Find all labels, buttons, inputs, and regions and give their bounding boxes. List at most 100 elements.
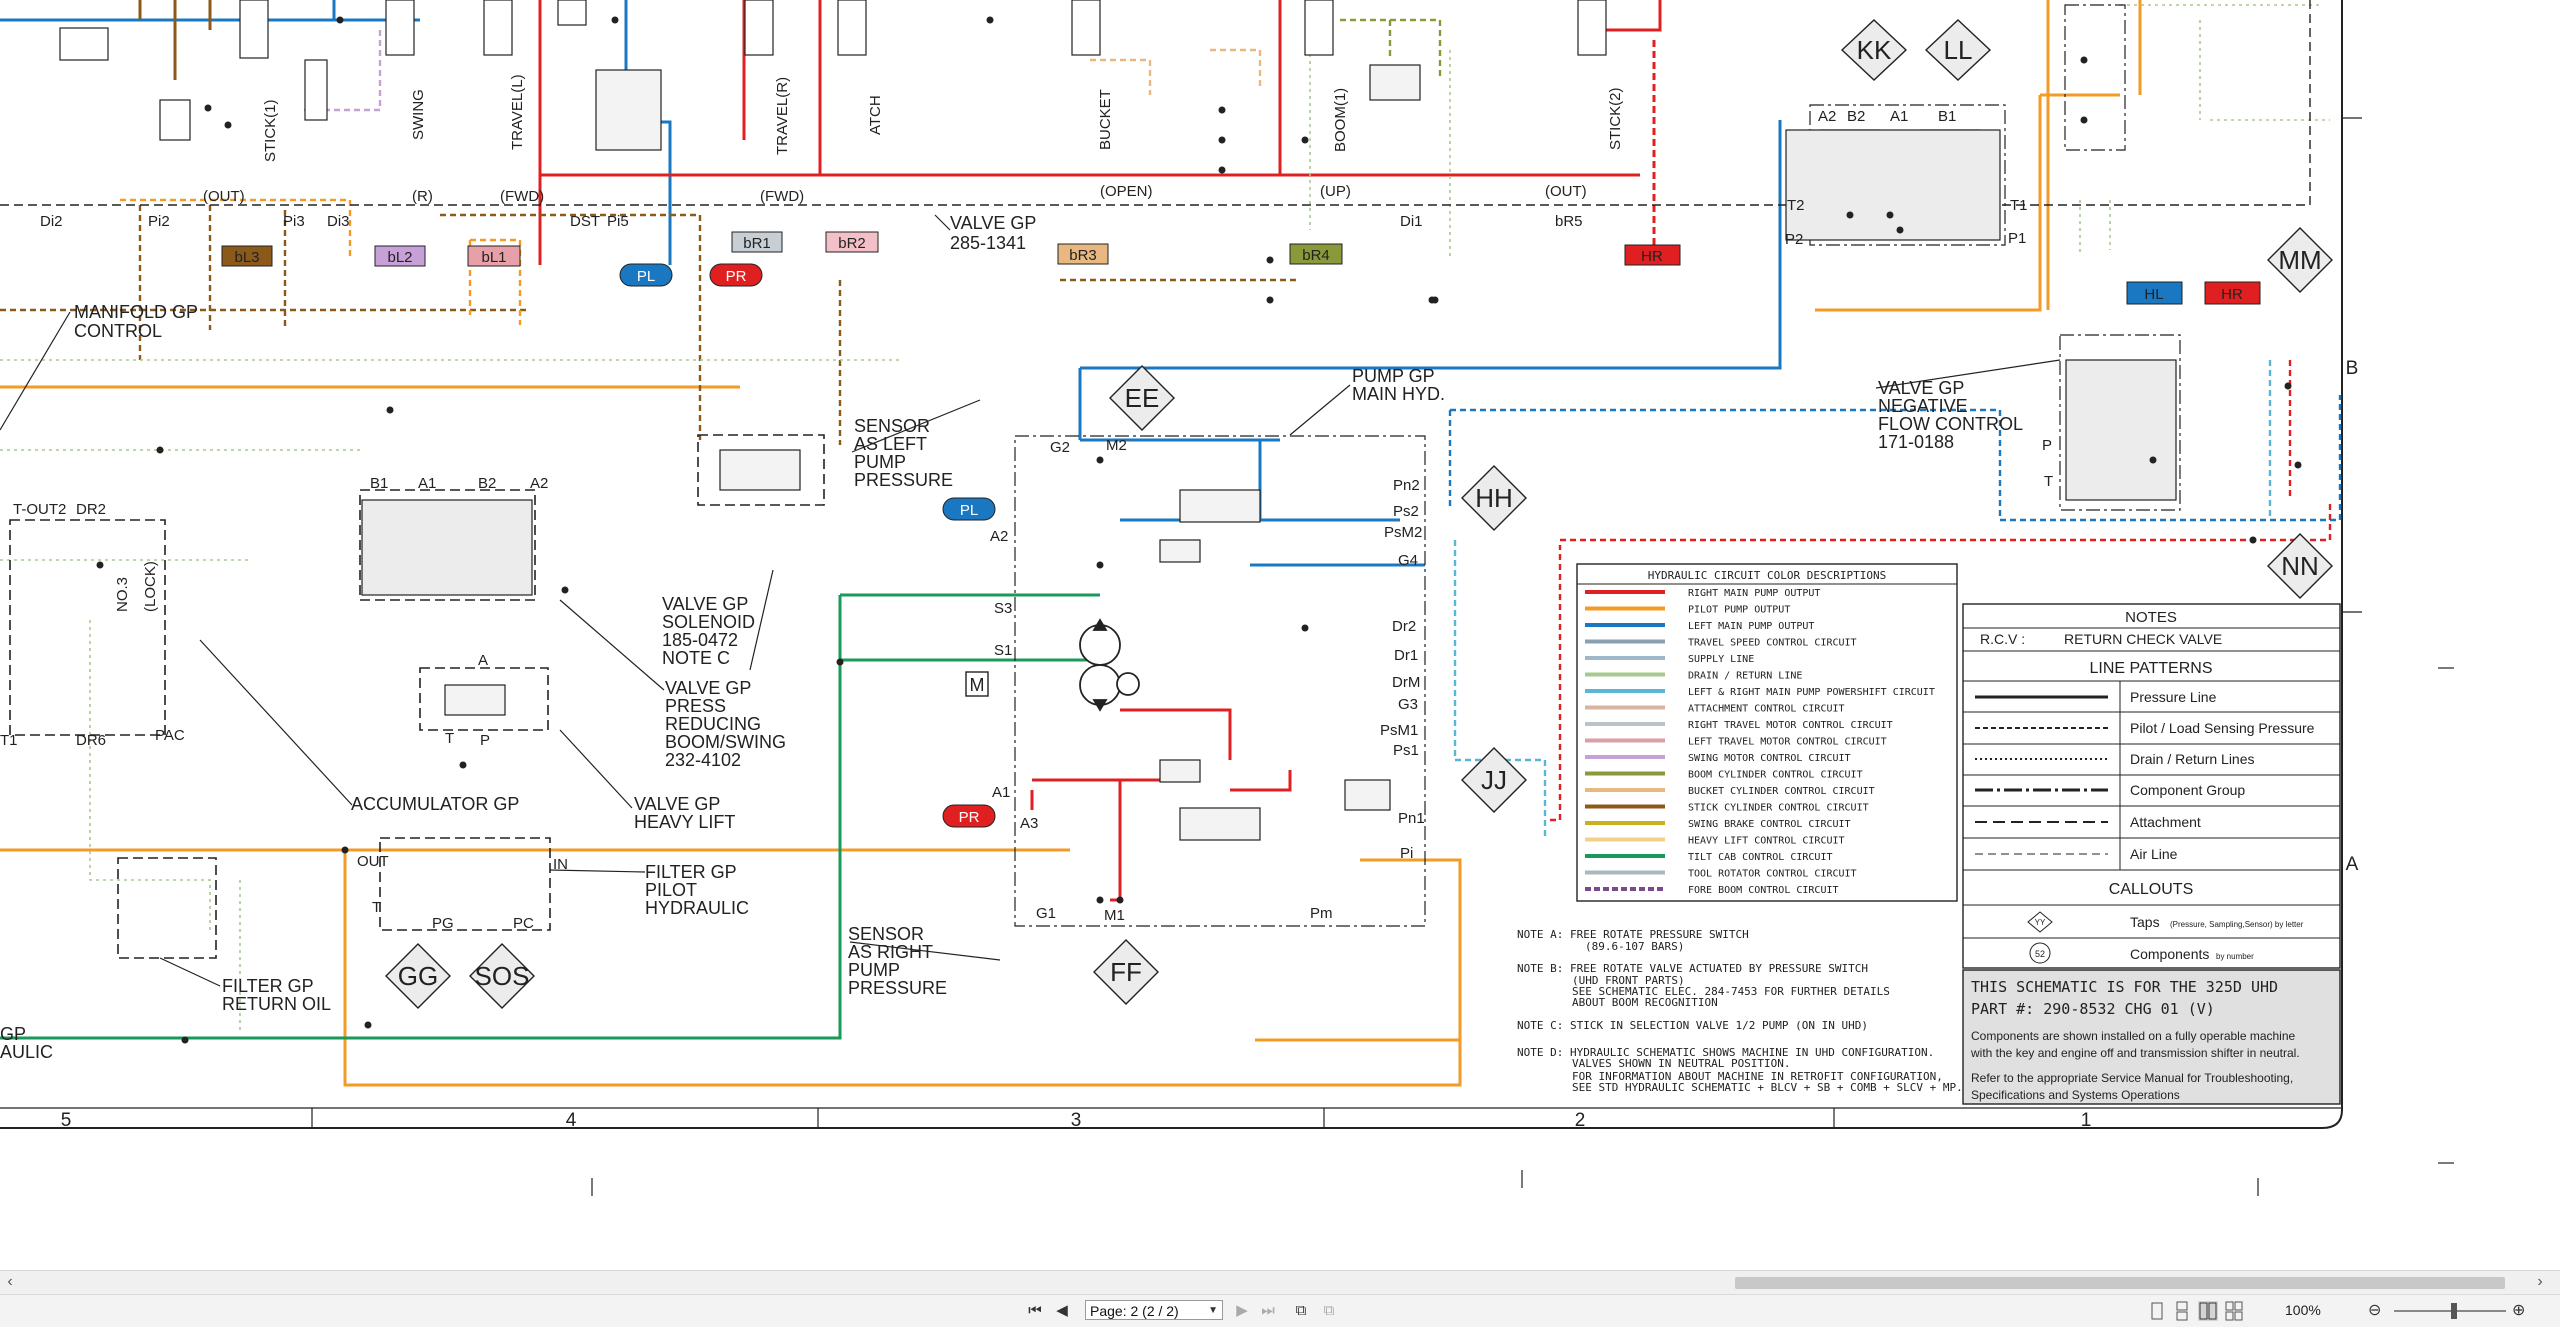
callout-taps-sub: (Pressure, Sampling,Sensor) by letter	[2170, 920, 2304, 929]
circuit-tag: bR3	[1069, 247, 1097, 264]
continuous-view-icon[interactable]	[2172, 1301, 2192, 1321]
port-label: M1	[1104, 907, 1125, 924]
valve-label: STICK(1)	[262, 99, 279, 162]
zone-number: 1	[2081, 1110, 2092, 1131]
port-label: T	[445, 730, 454, 747]
circuit-tag: bL3	[234, 249, 259, 266]
callouts-title: CALLOUTS	[2109, 881, 2193, 898]
zoom-slider-handle[interactable]	[2451, 1303, 2457, 1319]
port-label: DR6	[76, 732, 106, 749]
tap-label: SOS	[475, 961, 530, 991]
note-line: SEE STD HYDRAULIC SCHEMATIC + BLCV + SB …	[1572, 1081, 1963, 1094]
callout-line: VALVE GP	[634, 794, 720, 814]
legend-label: HEAVY LIFT CONTROL CIRCUIT	[1688, 836, 1845, 847]
page-selector-value: Page: 2 (2 / 2)	[1090, 1303, 1179, 1319]
title-line2: PART #: 290-8532 CHG 01 (V)	[1971, 1000, 2215, 1018]
port-label: A2	[530, 475, 548, 492]
zone-letter: B	[2346, 358, 2359, 379]
port-label: P	[2042, 437, 2052, 454]
port-label: Ps1	[1393, 742, 1419, 759]
next-page-icon[interactable]: ▶	[1232, 1301, 1252, 1321]
line-patterns-title: LINE PATTERNS	[2090, 660, 2213, 677]
last-page-icon[interactable]: ⏭	[1258, 1301, 1278, 1321]
port-label: Pi3	[283, 213, 305, 230]
document-viewport[interactable]: 5 4 3 2 1 B A M STICK(1) SWING TRAVEL(L)…	[0, 0, 2560, 1270]
port-label: G4	[1398, 552, 1418, 569]
callout-line: FILTER GP	[645, 862, 737, 882]
tap-label: GG	[398, 961, 438, 991]
callout-line: PRESS	[665, 696, 726, 716]
view-next-icon[interactable]: ⧉	[1318, 1301, 1340, 1321]
valve-label: BUCKET	[1097, 89, 1114, 150]
scroll-left-icon[interactable]: ‹	[0, 1273, 20, 1291]
callout-line: 285-1341	[950, 233, 1026, 253]
circuit-tag: bR4	[1302, 247, 1330, 264]
port-label: IN	[553, 856, 568, 873]
legend-label: BUCKET CYLINDER CONTROL CIRCUIT	[1688, 786, 1875, 797]
port-label: (OPEN)	[1100, 183, 1153, 200]
port-label: DST	[570, 213, 600, 230]
tap-label: JJ	[1481, 765, 1507, 795]
callout-line: SENSOR	[848, 924, 924, 944]
legend-label: LEFT MAIN PUMP OUTPUT	[1688, 621, 1814, 632]
note-line: ABOUT BOOM RECOGNITION	[1572, 996, 1718, 1009]
single-page-view-icon[interactable]	[2147, 1301, 2167, 1321]
port-label: B1	[1938, 108, 1956, 125]
page-selector[interactable]: Page: 2 (2 / 2) ▼	[1085, 1300, 1223, 1320]
callout-line: FILTER GP	[222, 976, 314, 996]
legend-label: BOOM CYLINDER CONTROL CIRCUIT	[1688, 770, 1863, 781]
circuit-tag: PR	[959, 809, 980, 826]
previous-page-icon[interactable]: ◀	[1052, 1301, 1072, 1321]
two-page-continuous-view-icon[interactable]	[2224, 1301, 2244, 1321]
port-label: Di2	[40, 213, 63, 230]
scrollbar-thumb[interactable]	[1735, 1277, 2505, 1289]
callout-line: VALVE GP	[950, 213, 1036, 233]
view-previous-icon[interactable]: ⧉	[1290, 1301, 1312, 1321]
legend-label: PILOT PUMP OUTPUT	[1688, 605, 1790, 616]
two-page-view-icon[interactable]	[2198, 1301, 2218, 1321]
port-label: Pn2	[1393, 477, 1420, 494]
port-label: G3	[1398, 696, 1418, 713]
horizontal-scrollbar[interactable]: ‹ ›	[0, 1270, 2560, 1295]
scroll-right-icon[interactable]: ›	[2530, 1273, 2550, 1291]
callout-line: NEGATIVE	[1878, 396, 1968, 416]
callout-line: SOLENOID	[662, 612, 755, 632]
first-page-icon[interactable]: ⏮	[1025, 1301, 1045, 1321]
pattern-label: Drain / Return Lines	[2130, 751, 2255, 767]
callout-taps-label: Taps	[2130, 914, 2160, 930]
port-label: (R)	[412, 188, 433, 205]
note-line: VALVES SHOWN IN NEUTRAL POSITION.	[1572, 1057, 1791, 1070]
title-para: with the key and engine off and transmis…	[1970, 1046, 2300, 1060]
port-label: A1	[992, 784, 1010, 801]
legend-title: HYDRAULIC CIRCUIT COLOR DESCRIPTIONS	[1648, 569, 1886, 582]
callout-line: PRESSURE	[848, 978, 947, 998]
port-label: Di1	[1400, 213, 1423, 230]
port-label: S3	[994, 600, 1012, 617]
callout-diamond-sample: YY	[2035, 918, 2046, 927]
circuit-tag: bL2	[387, 249, 412, 266]
zoom-out-icon[interactable]: ⊖	[2368, 1300, 2381, 1320]
zoom-level: 100%	[2285, 1302, 2321, 1318]
zone-letter: A	[2346, 854, 2359, 875]
port-label: Dr1	[1394, 647, 1418, 664]
zoom-slider[interactable]	[2394, 1310, 2506, 1312]
legend-label: FORE BOOM CONTROL CIRCUIT	[1688, 885, 1839, 896]
port-label: A1	[418, 475, 436, 492]
valve-label: ATCH	[867, 95, 884, 135]
tap-label: FF	[1110, 957, 1142, 987]
tap-label: MM	[2278, 245, 2321, 275]
callout-line: CONTROL	[74, 321, 162, 341]
zoom-in-icon[interactable]: ⊕	[2512, 1300, 2525, 1320]
port-label: B2	[478, 475, 496, 492]
circuit-tag: HL	[2144, 286, 2163, 303]
circuit-tag: bL1	[481, 249, 506, 266]
port-label: B2	[1847, 108, 1865, 125]
zone-number: 2	[1575, 1110, 1586, 1131]
circuit-tag: bR2	[838, 235, 866, 252]
port-label: G2	[1050, 439, 1070, 456]
port-label: T-OUT2	[13, 501, 66, 518]
tap-label: NN	[2281, 551, 2319, 581]
callout-line: GP	[0, 1024, 26, 1044]
port-label: T2	[1787, 197, 1805, 214]
legend-label: ATTACHMENT CONTROL CIRCUIT	[1688, 704, 1845, 715]
